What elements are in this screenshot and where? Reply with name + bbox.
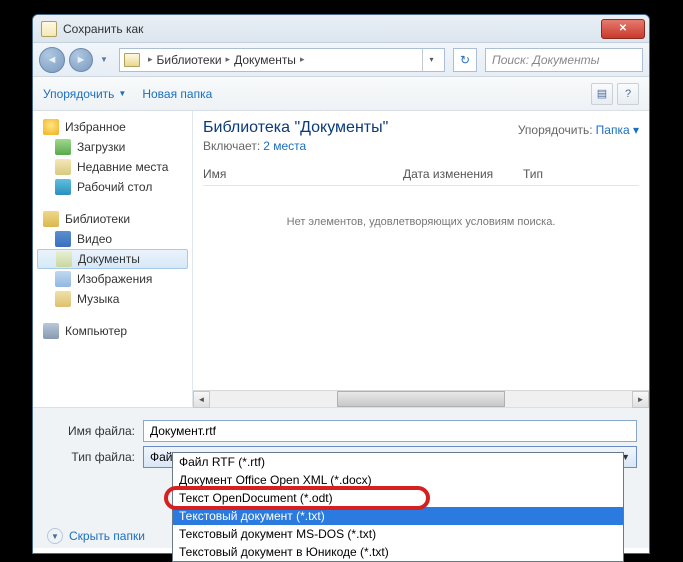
sidebar-item-pictures[interactable]: Изображения bbox=[33, 269, 192, 289]
breadcrumb-root[interactable]: Библиотеки bbox=[157, 53, 222, 67]
nav-history-chevron[interactable]: ▼ bbox=[97, 49, 111, 71]
chevron-right-icon: ▸ bbox=[226, 54, 231, 65]
sidebar-libraries-header[interactable]: Библиотеки bbox=[33, 209, 192, 229]
dropdown-option[interactable]: Текстовый документ (*.txt) bbox=[173, 507, 623, 525]
scroll-thumb[interactable] bbox=[337, 391, 506, 407]
content-pane: Библиотека "Документы" Включает: 2 места… bbox=[193, 111, 649, 407]
breadcrumb[interactable]: ▸ Библиотеки ▸ Документы ▸ ▾ bbox=[119, 48, 445, 72]
horizontal-scrollbar[interactable]: ◄ ► bbox=[193, 390, 649, 407]
col-name[interactable]: Имя bbox=[203, 167, 403, 181]
empty-message: Нет элементов, удовлетворяющих условиям … bbox=[203, 216, 639, 228]
nav-bar: ◄ ► ▼ ▸ Библиотеки ▸ Документы ▸ ▾ ↻ Пои… bbox=[33, 43, 649, 77]
dropdown-option[interactable]: Текст OpenDocument (*.odt) bbox=[173, 489, 623, 507]
refresh-button[interactable]: ↻ bbox=[453, 48, 477, 72]
sidebar-item-documents[interactable]: Документы bbox=[37, 249, 188, 269]
arrange-by: Упорядочить: Папка ▾ bbox=[518, 123, 639, 137]
library-icon bbox=[43, 211, 59, 227]
col-type[interactable]: Тип bbox=[523, 167, 563, 181]
close-button[interactable]: ✕ bbox=[601, 19, 645, 39]
column-headers: Имя Дата изменения Тип bbox=[203, 163, 639, 186]
sidebar-item-computer[interactable]: Компьютер bbox=[33, 321, 192, 341]
sidebar-item-videos[interactable]: Видео bbox=[33, 229, 192, 249]
sidebar: Избранное Загрузки Недавние места Рабочи… bbox=[33, 111, 193, 407]
filename-input[interactable]: Документ.rtf bbox=[143, 420, 637, 442]
folder-icon bbox=[124, 53, 140, 67]
desktop-icon bbox=[55, 179, 71, 195]
search-input[interactable]: Поиск: Документы bbox=[485, 48, 643, 72]
chevron-right-icon: ▸ bbox=[148, 54, 153, 65]
window-title: Сохранить как bbox=[63, 22, 601, 36]
star-icon bbox=[43, 119, 59, 135]
breadcrumb-dropdown[interactable]: ▾ bbox=[422, 49, 440, 71]
scroll-right-button[interactable]: ► bbox=[632, 391, 649, 408]
sidebar-item-downloads[interactable]: Загрузки bbox=[33, 137, 192, 157]
forward-button[interactable]: ► bbox=[69, 48, 93, 72]
locations-link[interactable]: 2 места bbox=[263, 139, 306, 153]
download-icon bbox=[55, 139, 71, 155]
recent-icon bbox=[55, 159, 71, 175]
sidebar-favorites-header[interactable]: Избранное bbox=[33, 117, 192, 137]
view-options-button[interactable]: ▤ bbox=[591, 83, 613, 105]
computer-icon bbox=[43, 323, 59, 339]
col-date[interactable]: Дата изменения bbox=[403, 167, 523, 181]
help-button[interactable]: ? bbox=[617, 83, 639, 105]
search-placeholder: Поиск: Документы bbox=[492, 53, 600, 67]
titlebar: Сохранить как ✕ bbox=[33, 15, 649, 43]
dropdown-option[interactable]: Документ Office Open XML (*.docx) bbox=[173, 471, 623, 489]
sidebar-item-recent[interactable]: Недавние места bbox=[33, 157, 192, 177]
new-folder-button[interactable]: Новая папка bbox=[142, 87, 212, 101]
chevron-down-icon: ▼ bbox=[118, 89, 126, 98]
filetype-dropdown[interactable]: Файл RTF (*.rtf)Документ Office Open XML… bbox=[172, 452, 624, 562]
arrange-by-value[interactable]: Папка ▾ bbox=[596, 123, 639, 137]
scroll-left-button[interactable]: ◄ bbox=[193, 391, 210, 408]
scroll-track[interactable] bbox=[210, 391, 632, 407]
chevron-right-icon: ▸ bbox=[300, 54, 305, 65]
breadcrumb-current[interactable]: Документы bbox=[234, 53, 296, 67]
dropdown-option[interactable]: Файл RTF (*.rtf) bbox=[173, 453, 623, 471]
hide-folders-link[interactable]: Скрыть папки bbox=[69, 529, 145, 543]
image-icon bbox=[55, 271, 71, 287]
toolbar: Упорядочить ▼ Новая папка ▤ ? bbox=[33, 77, 649, 111]
document-icon bbox=[56, 251, 72, 267]
music-icon bbox=[55, 291, 71, 307]
video-icon bbox=[55, 231, 71, 247]
filename-label: Имя файла: bbox=[45, 424, 135, 438]
filetype-label: Тип файла: bbox=[45, 450, 135, 464]
sidebar-item-desktop[interactable]: Рабочий стол bbox=[33, 177, 192, 197]
dropdown-option[interactable]: Текстовый документ в Юникоде (*.txt) bbox=[173, 543, 623, 561]
sidebar-item-music[interactable]: Музыка bbox=[33, 289, 192, 309]
library-subheading: Включает: 2 места bbox=[203, 139, 639, 153]
organize-menu[interactable]: Упорядочить ▼ bbox=[43, 87, 126, 101]
dropdown-option[interactable]: Текстовый документ MS-DOS (*.txt) bbox=[173, 525, 623, 543]
dialog-body: Избранное Загрузки Недавние места Рабочи… bbox=[33, 111, 649, 407]
back-button[interactable]: ◄ bbox=[39, 47, 65, 73]
expand-chevron-icon[interactable]: ▼ bbox=[47, 528, 63, 544]
app-icon bbox=[41, 21, 57, 37]
